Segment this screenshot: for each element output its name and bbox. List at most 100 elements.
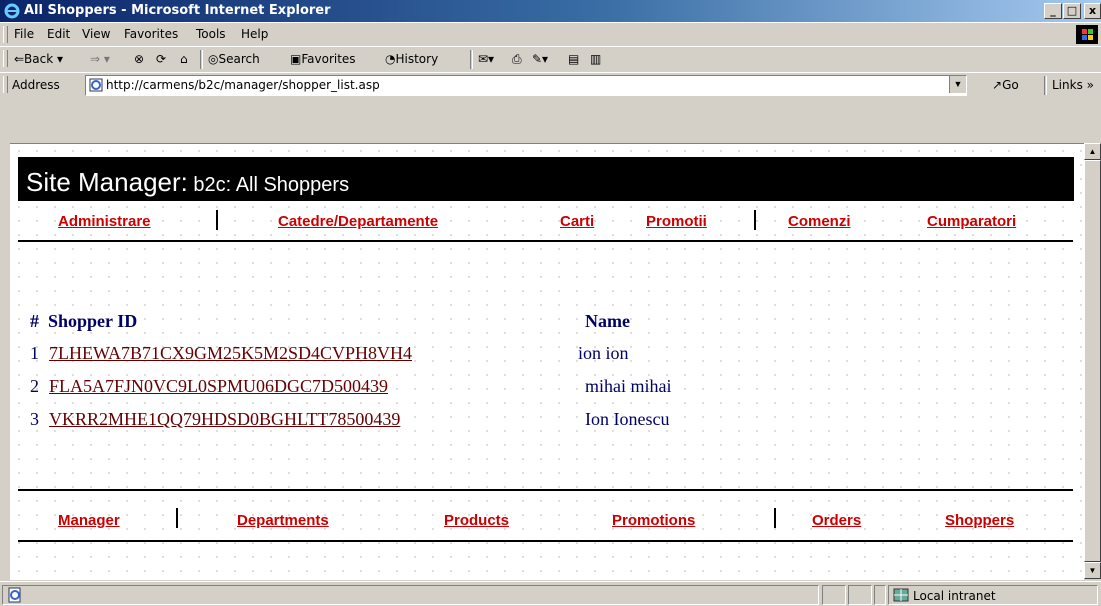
nav-promotions[interactable]: Promotions [612, 512, 695, 529]
shopper-id-link[interactable]: FLA5A7FJN0VC9L0SPMU06DGC7D500439 [49, 376, 388, 397]
menu-file[interactable]: File [14, 27, 34, 41]
stop-icon[interactable]: ⊗ [134, 52, 144, 66]
frame-border [0, 97, 1101, 143]
mail-button[interactable]: ✉▾ [478, 52, 494, 66]
go-button[interactable]: ↗Go [992, 78, 1019, 92]
footer-bottom-line [18, 540, 1073, 542]
nav-divider [216, 210, 218, 230]
edit-button[interactable]: ✎▾ [532, 52, 548, 66]
address-grip [3, 76, 8, 93]
nav-orders[interactable]: Orders [812, 512, 861, 529]
shopper-id-link[interactable]: 7LHEWA7B71CX9GM25K5M2SD4CVPH8VH4 [49, 343, 412, 364]
menu-grip [3, 26, 8, 43]
address-url: http://carmens/b2c/manager/shopper_list.… [106, 78, 380, 92]
search-button[interactable]: ◎Search [208, 52, 260, 66]
menu-bar: File Edit View Favorites Tools Help [0, 22, 1101, 47]
address-input[interactable]: http://carmens/b2c/manager/shopper_list.… [85, 75, 967, 96]
nav-cumparatori[interactable]: Cumparatori [927, 213, 1016, 230]
page-status-icon [8, 587, 21, 603]
refresh-icon[interactable]: ⟳ [156, 52, 166, 66]
minimize-button[interactable]: _ [1044, 3, 1062, 19]
search-icon: ◎ [208, 52, 219, 66]
close-button[interactable]: x [1084, 3, 1101, 19]
status-zone-label: Local intranet [913, 589, 996, 603]
page-title-sub: b2c: All Shoppers [187, 174, 350, 196]
vertical-scrollbar[interactable]: ▲ ▼ [1084, 143, 1101, 579]
shopper-name: mihai mihai [585, 376, 672, 396]
ie-logo-icon [4, 3, 20, 19]
toolbar-separator [200, 50, 203, 69]
page-viewport: Site Manager: b2c: All Shoppers Administ… [10, 143, 1084, 580]
links-label: Links [1052, 78, 1083, 92]
print-icon[interactable]: ⎙ [512, 52, 522, 67]
nav-administrare[interactable]: Administrare [58, 213, 151, 230]
page-title: Site Manager: b2c: All Shoppers [26, 167, 349, 198]
address-dropdown-icon[interactable]: ▼ [949, 76, 966, 93]
nav-departments[interactable]: Departments [237, 512, 329, 529]
nav-products[interactable]: Products [444, 512, 509, 529]
home-icon[interactable]: ⌂ [180, 52, 188, 66]
address-separator [1044, 76, 1047, 95]
favorites-icon: ▣ [290, 52, 302, 66]
toolbar-separator [470, 50, 473, 69]
nav-carti[interactable]: Carti [560, 213, 594, 230]
toolbar: ⇐Back ▾ ⇒ ▾ ⊗ ⟳ ⌂ ◎Search ▣Favorites ◔Hi… [0, 46, 1101, 73]
menu-view[interactable]: View [82, 27, 110, 41]
status-panel [822, 585, 846, 605]
windows-logo-icon [1076, 25, 1098, 44]
column-header-num: # [30, 311, 39, 331]
page-icon [89, 78, 103, 92]
nav-shoppers[interactable]: Shoppers [945, 512, 1014, 529]
shopper-name: ion ion [578, 343, 629, 363]
row-num: 3 [30, 409, 39, 429]
nav-divider [774, 508, 776, 528]
nav-manager[interactable]: Manager [58, 512, 120, 529]
nav-catedre-departamente[interactable]: Catedre/Departamente [278, 213, 438, 230]
history-button[interactable]: ◔History [385, 52, 438, 66]
footer-divider-line [18, 489, 1073, 491]
back-button[interactable]: ⇐Back ▾ [14, 52, 63, 66]
shopper-name: Ion Ionescu [585, 409, 670, 429]
status-panel [874, 585, 886, 605]
menu-edit[interactable]: Edit [47, 27, 70, 41]
shopper-id-link[interactable]: VKRR2MHE1QQ79HDSD0BGHLTT78500439 [49, 409, 400, 430]
status-zone-panel: Local intranet [888, 585, 1098, 605]
scrollbar-thumb[interactable] [1084, 160, 1101, 562]
search-label: Search [218, 52, 260, 66]
menu-tools[interactable]: Tools [196, 27, 226, 41]
history-label: History [395, 52, 439, 66]
go-label: Go [1002, 78, 1019, 92]
back-label: ⇐Back [14, 52, 54, 66]
nav-promotii[interactable]: Promotii [646, 213, 707, 230]
menu-favorites[interactable]: Favorites [124, 27, 178, 41]
row-num: 2 [30, 376, 39, 396]
column-header-name: Name [585, 311, 630, 331]
address-bar: Address http://carmens/b2c/manager/shopp… [0, 72, 1101, 99]
row-num: 1 [30, 343, 39, 363]
forward-button[interactable]: ⇒ ▾ [90, 52, 110, 66]
status-panel [848, 585, 872, 605]
address-label: Address [12, 78, 60, 92]
maximize-button[interactable]: □ [1063, 3, 1081, 19]
scroll-up-arrow-icon[interactable]: ▲ [1084, 143, 1101, 160]
messenger-icon[interactable]: ▥ [590, 52, 601, 66]
status-bar: Local intranet [0, 581, 1101, 606]
favorites-label: Favorites [301, 52, 356, 66]
toolbar-grip [3, 50, 8, 67]
scroll-down-arrow-icon[interactable]: ▼ [1084, 562, 1101, 579]
nav-divider [176, 508, 178, 528]
nav-comenzi[interactable]: Comenzi [788, 213, 851, 230]
favorites-button[interactable]: ▣Favorites [290, 52, 356, 66]
nav-divider-line [18, 240, 1073, 242]
history-icon: ◔ [385, 52, 396, 66]
status-main-panel [2, 585, 819, 605]
discuss-icon[interactable]: ▤ [568, 52, 579, 66]
site-manager-header: Site Manager: b2c: All Shoppers [18, 157, 1074, 201]
menu-help[interactable]: Help [241, 27, 268, 41]
nav-divider [754, 210, 756, 230]
column-header-shopper-id: Shopper ID [48, 311, 138, 331]
page-title-main: Site Manager: [26, 167, 188, 197]
links-button[interactable]: Links » [1052, 78, 1094, 92]
globe-icon [893, 588, 909, 602]
title-bar[interactable]: All Shoppers - Microsoft Internet Explor… [0, 0, 1101, 22]
